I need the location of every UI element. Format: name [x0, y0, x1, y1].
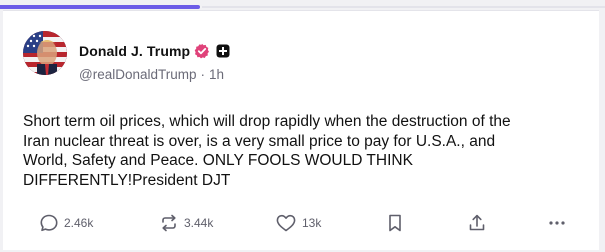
more-icon	[549, 221, 565, 225]
reply-count: 2.46k	[64, 216, 94, 230]
repost-button[interactable]: 3.44k	[159, 211, 213, 235]
reply-icon	[40, 214, 58, 232]
repost-icon	[162, 214, 176, 232]
reply-button[interactable]: 2.46k	[39, 211, 93, 235]
post-time[interactable]: 1h	[209, 67, 224, 82]
share-button[interactable]	[467, 211, 487, 235]
share-icon	[469, 214, 485, 231]
avatar-image	[23, 31, 67, 75]
like-count: 13k	[302, 216, 322, 230]
heart-icon	[276, 214, 296, 232]
post-text: Short term oil prices, which will drop r…	[23, 113, 511, 189]
progress-bar-fill	[0, 5, 200, 9]
author-handle-row: @realDonaldTrump · 1h	[79, 67, 224, 82]
plus-badge-icon	[216, 44, 230, 58]
verified-badge-icon	[194, 43, 210, 59]
meta-separator: ·	[200, 67, 206, 82]
author-display-name[interactable]: Donald J. Trump	[79, 43, 190, 59]
bookmark-icon	[389, 214, 401, 232]
progress-bar	[0, 0, 605, 9]
post-card[interactable]: Donald J. Trump @realDonaldTrump · 1h Sh…	[3, 10, 599, 250]
author-name-row: Donald J. Trump	[79, 42, 230, 60]
progress-bar-track	[202, 6, 605, 8]
post-actions: 2.46k 3.44k 13k	[39, 211, 579, 235]
repost-count: 3.44k	[184, 216, 214, 230]
avatar[interactable]	[23, 31, 67, 75]
bookmark-button[interactable]	[386, 211, 404, 235]
like-button[interactable]: 13k	[275, 211, 321, 235]
more-button[interactable]	[547, 211, 567, 235]
author-handle[interactable]: @realDonaldTrump	[79, 67, 197, 82]
